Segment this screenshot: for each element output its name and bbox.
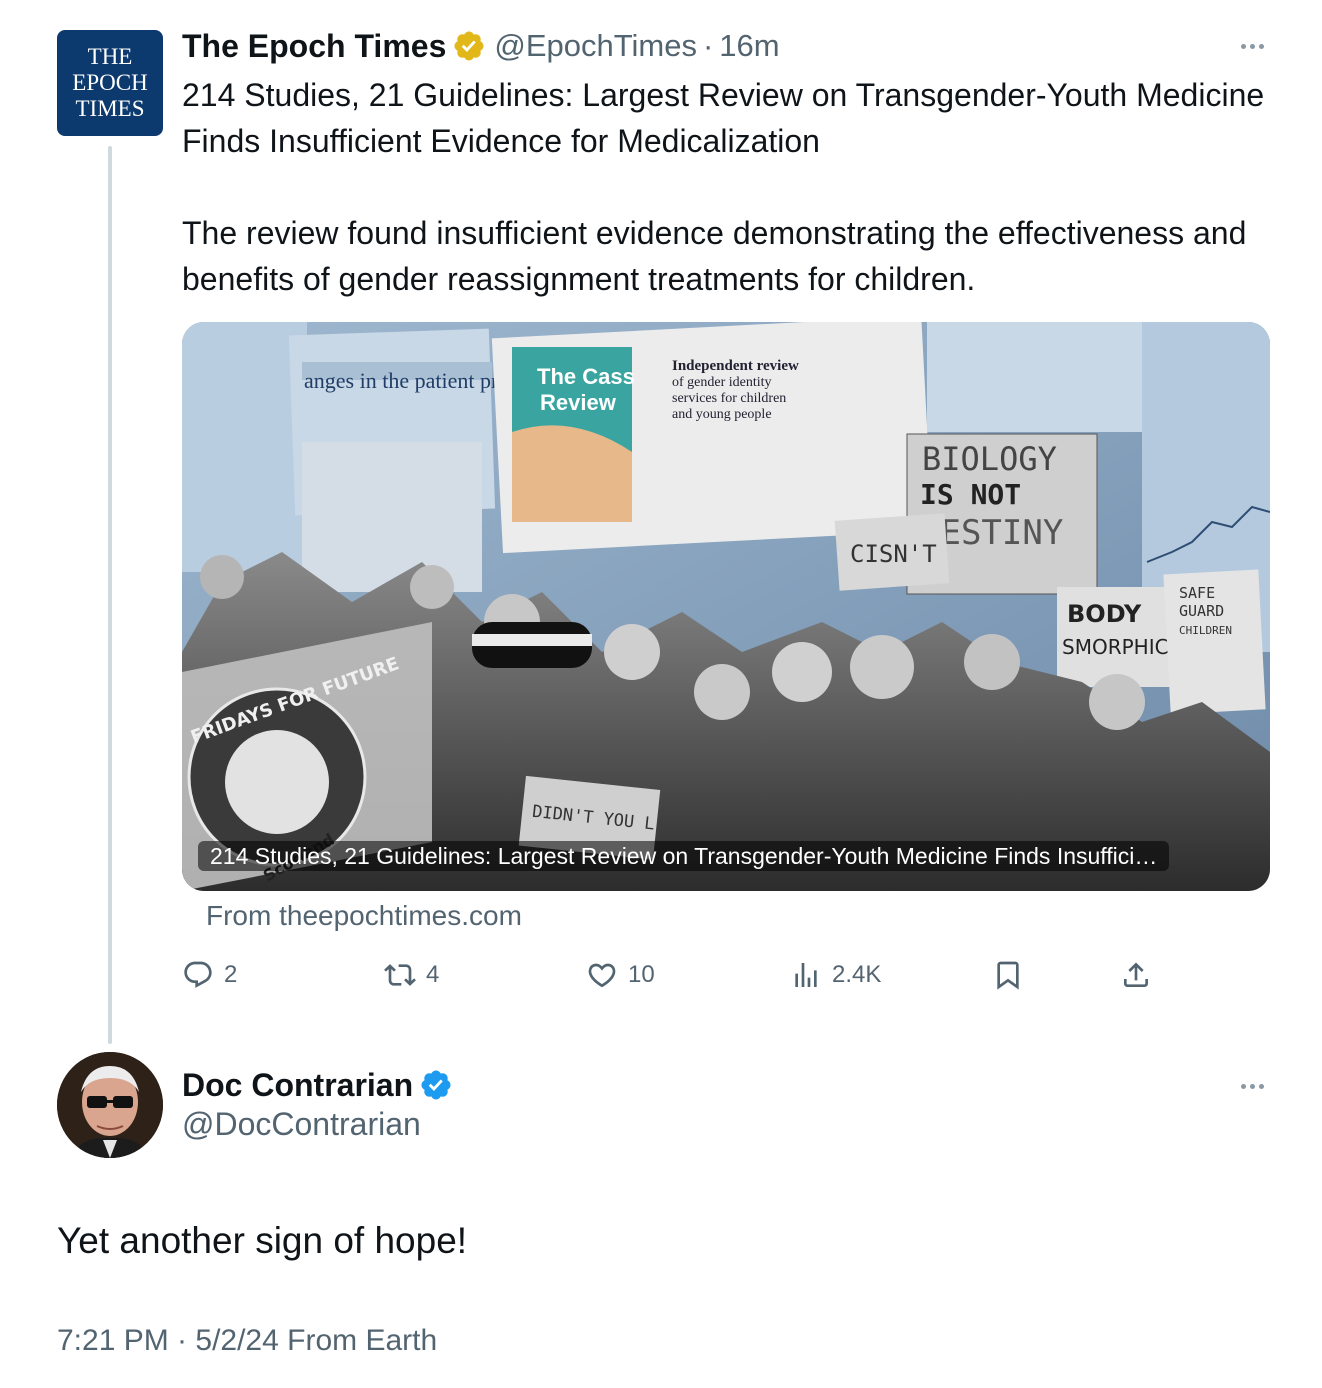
timestamp[interactable]: 16m bbox=[719, 28, 779, 64]
cass-title-line: Review bbox=[540, 390, 617, 415]
avatar-text-line: TIMES bbox=[75, 96, 145, 121]
epoch-times-avatar[interactable]: THE EPOCH TIMES bbox=[57, 30, 163, 136]
avatar-text-line: EPOCH bbox=[72, 70, 148, 95]
views-chart-icon bbox=[795, 963, 817, 987]
share-icon bbox=[1124, 962, 1148, 987]
sign-text: CHILDREN bbox=[1179, 624, 1232, 637]
sign-text: BIOLOGY bbox=[922, 440, 1057, 478]
parent-tweet-header: The Epoch Times @EpochTimes · 16m bbox=[182, 26, 780, 66]
reply-tweet-header: Doc Contrarian bbox=[182, 1064, 453, 1106]
cass-title-line: The Cass bbox=[537, 364, 635, 389]
tweet-actions: 2 4 10 2.4K bbox=[182, 952, 1182, 998]
doc-heading-text: anges in the patient pr bbox=[304, 368, 499, 393]
review-line: and young people bbox=[672, 407, 772, 422]
like-button[interactable]: 10 bbox=[586, 952, 655, 998]
heart-icon bbox=[588, 963, 616, 988]
link-card[interactable]: anges in the patient pr The Cass Review … bbox=[182, 322, 1270, 891]
reply-timestamp[interactable]: 7:21 PM · 5/2/24 From Earth bbox=[57, 1324, 437, 1358]
author-name[interactable]: The Epoch Times bbox=[182, 28, 446, 65]
more-options-icon[interactable] bbox=[1232, 1076, 1272, 1096]
views-button[interactable]: 2.4K bbox=[790, 952, 881, 998]
avatar-text-line: THE bbox=[87, 44, 133, 69]
repost-icon bbox=[384, 964, 416, 986]
sign-text: IS NOT bbox=[920, 478, 1021, 511]
sign-text: GUARD bbox=[1179, 602, 1224, 620]
tweet-text: 214 Studies, 21 Guidelines: Largest Revi… bbox=[182, 77, 1265, 297]
bookmark-button[interactable] bbox=[992, 952, 1024, 998]
review-line: Independent review bbox=[672, 358, 799, 374]
reply-author-name[interactable]: Doc Contrarian bbox=[182, 1067, 413, 1104]
like-count: 10 bbox=[628, 961, 655, 988]
gold-verified-badge-icon bbox=[454, 31, 484, 61]
more-options-icon[interactable] bbox=[1232, 36, 1272, 56]
card-caption: 214 Studies, 21 Guidelines: Largest Revi… bbox=[198, 841, 1170, 871]
avatar-portrait bbox=[57, 1052, 163, 1158]
review-line: services for children bbox=[672, 391, 786, 406]
repost-count: 4 bbox=[426, 961, 440, 988]
reply-button[interactable]: 2 bbox=[182, 952, 237, 998]
sign-text: CISN'T bbox=[850, 540, 937, 568]
separator-dot: · bbox=[702, 28, 714, 63]
article-image: anges in the patient pr The Cass Review … bbox=[182, 322, 1270, 891]
reply-author-handle[interactable]: @DocContrarian bbox=[182, 1106, 421, 1143]
sign-text: SAFE bbox=[1179, 584, 1215, 602]
thread-line bbox=[108, 146, 112, 1044]
reply-text: Yet another sign of hope! bbox=[57, 1220, 468, 1261]
share-button[interactable] bbox=[1120, 952, 1152, 998]
bookmark-icon bbox=[997, 961, 1019, 990]
review-line: of gender identity bbox=[672, 375, 772, 390]
views-count: 2.4K bbox=[832, 961, 882, 988]
repost-button[interactable]: 4 bbox=[384, 952, 439, 998]
blue-verified-badge-icon bbox=[421, 1070, 451, 1100]
card-source[interactable]: From theepochtimes.com bbox=[206, 900, 522, 932]
sign-text: BODY bbox=[1067, 600, 1142, 628]
doc-contrarian-avatar[interactable] bbox=[57, 1052, 163, 1158]
reply-count: 2 bbox=[224, 961, 238, 988]
reply-icon bbox=[184, 961, 212, 988]
sign-text: SMORPHIC bbox=[1062, 635, 1169, 659]
author-handle[interactable]: @EpochTimes bbox=[494, 28, 697, 64]
